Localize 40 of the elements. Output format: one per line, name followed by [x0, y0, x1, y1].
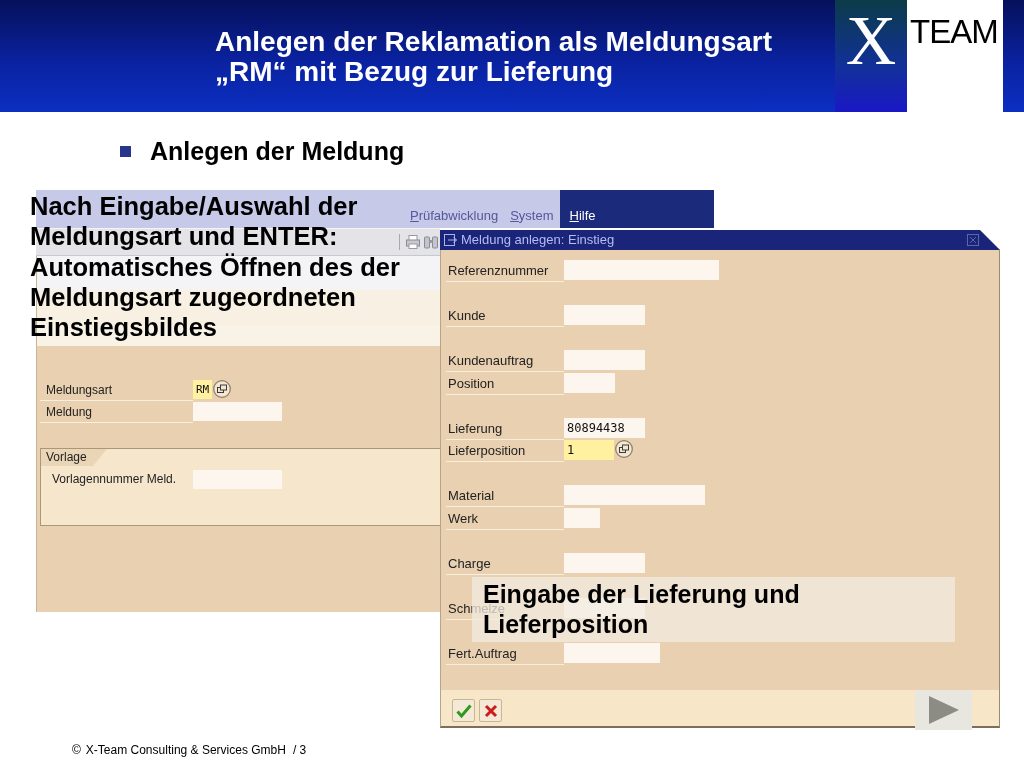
bullet-icon [120, 146, 131, 157]
footer-text: X-Team Consulting & Services GmbH [85, 743, 286, 757]
input-field[interactable] [193, 402, 282, 421]
page-number: / 3 [292, 743, 307, 757]
copyright-icon: © [72, 743, 81, 757]
input-field[interactable] [564, 485, 705, 505]
bullet-text: Anlegen der Meldung [150, 136, 405, 166]
check-icon [455, 703, 472, 718]
slide-title: Anlegen der Reklamation als Meldungsart „RM“ mit Bezug zur Lieferung [215, 25, 774, 89]
input-field[interactable] [564, 350, 645, 370]
menu-item[interactable]: System [504, 190, 560, 228]
dialog-title: Meldung anlegen: Einstieg [461, 232, 615, 248]
input-field[interactable]: RM [193, 380, 212, 399]
input-field[interactable] [564, 260, 719, 280]
window-icon [444, 234, 458, 246]
logo-mark: X [835, 0, 907, 112]
play-icon [928, 696, 959, 724]
input-field[interactable] [564, 372, 615, 393]
value-help-icon[interactable] [213, 380, 231, 398]
annotation-text: Nach Eingabe/Auswahl der Meldungsart und ENTER: Automatisches Öffnen des der Meldungsart zugeordneten Einstiegsbildes [30, 191, 401, 343]
next-slide-button[interactable] [915, 690, 972, 730]
field-label: Vorlagennummer Meld. [52, 471, 178, 488]
input-field[interactable]: 1 [564, 440, 614, 460]
input-field[interactable] [193, 470, 282, 489]
printer-icon[interactable] [406, 235, 420, 249]
menu-item[interactable]: Hilfe [559, 190, 714, 228]
cross-icon [483, 703, 498, 718]
close-icon[interactable] [967, 234, 979, 246]
binoculars-icon[interactable] [424, 235, 438, 249]
logo-wordmark: TEAM [909, 12, 998, 51]
confirm-button[interactable] [452, 699, 475, 722]
input-field[interactable] [564, 642, 660, 663]
cancel-button[interactable] [479, 699, 502, 722]
group-title: Vorlage [41, 449, 107, 466]
value-help-icon[interactable] [615, 440, 633, 458]
input-field[interactable] [564, 552, 645, 573]
input-field[interactable]: 80894438 [564, 417, 645, 438]
menu-item[interactable]: Prüfabwicklung [404, 190, 505, 228]
input-field[interactable] [564, 507, 600, 528]
input-field[interactable] [564, 305, 645, 325]
